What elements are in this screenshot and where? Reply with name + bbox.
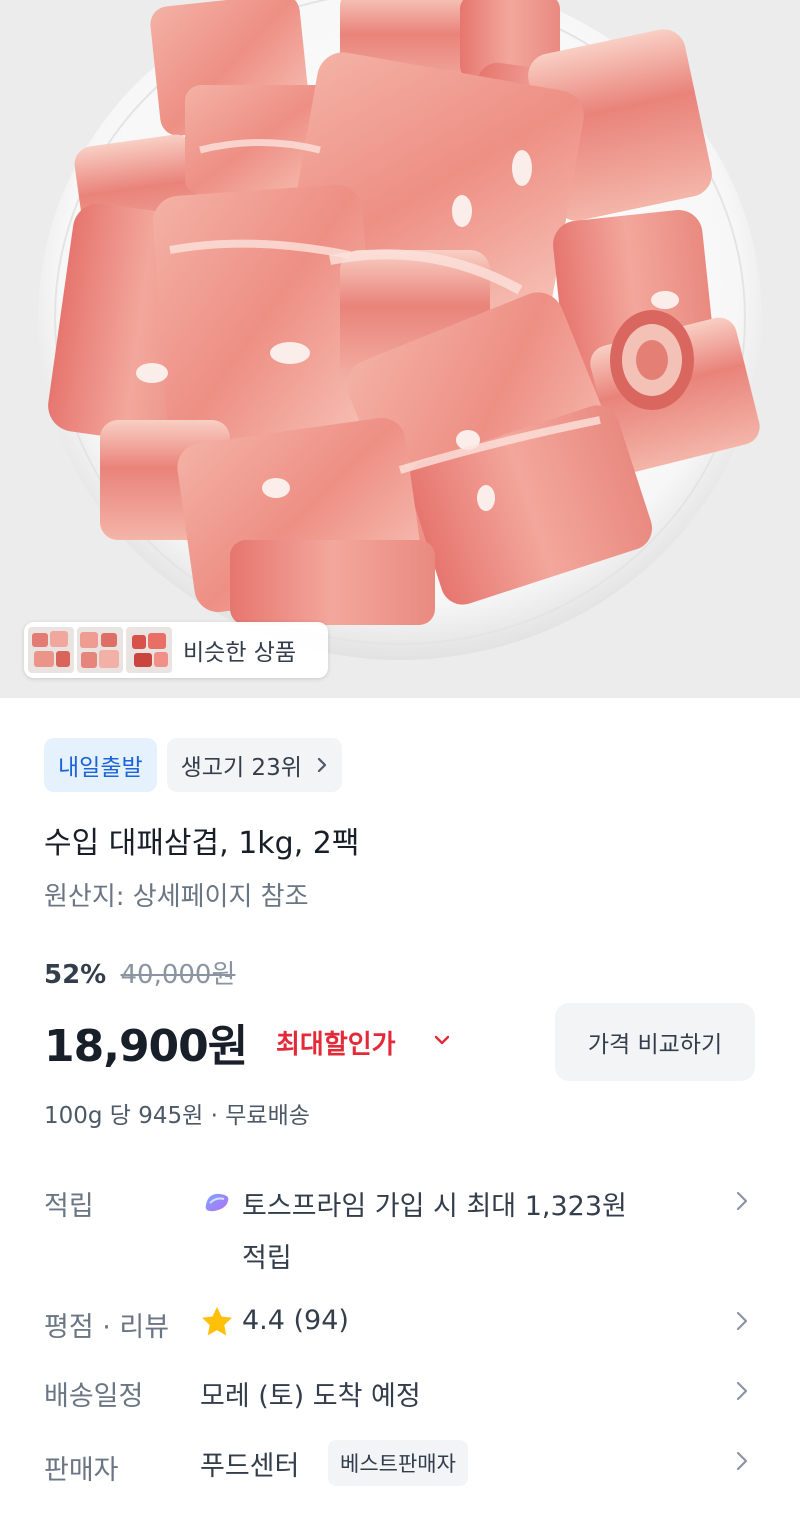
pork-belly-photo — [0, 0, 800, 698]
similar-thumbnail-1 — [28, 627, 74, 673]
discount-row: 52% 40,000원 — [44, 954, 235, 991]
similar-thumbnail-3 — [126, 627, 172, 673]
shipping-badge: 내일출발 — [44, 738, 157, 792]
seller-label: 판매자 — [44, 1455, 119, 1486]
points-chevron-right-icon[interactable] — [732, 1190, 752, 1212]
original-price: 40,000원 — [120, 960, 236, 990]
rating-value: 4.4 (94) — [242, 1305, 349, 1336]
delivery-label: 배송일정 — [44, 1381, 144, 1412]
discount-rate: 52% — [44, 960, 107, 990]
product-origin: 원산지: 상세페이지 참조 — [44, 882, 309, 912]
max-discount-toggle[interactable]: 최대할인가 — [276, 1024, 396, 1061]
rating-label: 평점 · 리뷰 — [44, 1312, 170, 1343]
delivery-value: 모레 (토) 도착 예정 — [200, 1381, 421, 1412]
product-image[interactable]: 비슷한 상품 — [0, 0, 800, 698]
product-chips: 내일출발 생고기 23위 — [44, 738, 342, 792]
points-label: 적립 — [44, 1191, 94, 1222]
product-title: 수입 대패삼겹, 1kg, 2팩 — [44, 826, 360, 861]
star-icon — [202, 1307, 232, 1336]
chevron-down-icon[interactable] — [432, 1030, 452, 1050]
seller-chevron-right-icon[interactable] — [732, 1450, 752, 1472]
ranking-chip-label: 생고기 23위 — [180, 755, 302, 781]
rating-chevron-right-icon[interactable] — [732, 1310, 752, 1332]
shipping-badge-label: 내일출발 — [58, 755, 143, 781]
price-compare-button[interactable]: 가격 비교하기 — [555, 1003, 755, 1081]
similar-products-label: 비슷한 상품 — [183, 640, 297, 666]
similar-products-button[interactable]: 비슷한 상품 — [24, 622, 328, 678]
best-seller-badge: 베스트판매자 — [328, 1440, 468, 1486]
ranking-chip[interactable]: 생고기 23위 — [166, 738, 342, 792]
toss-prime-icon — [205, 1193, 229, 1212]
sale-price: 18,900원 — [44, 1021, 248, 1072]
chevron-right-icon — [317, 757, 326, 773]
seller-name[interactable]: 푸드센터 — [200, 1444, 299, 1483]
unit-price-shipping: 100g 당 945원 · 무료배송 — [44, 1103, 310, 1129]
similar-thumbnail-2 — [77, 627, 123, 673]
points-text-line-2: 적립 — [242, 1243, 292, 1274]
points-text-line-1: 토스프라임 가입 시 최대 1,323원 — [242, 1191, 627, 1222]
delivery-chevron-right-icon[interactable] — [732, 1380, 752, 1402]
